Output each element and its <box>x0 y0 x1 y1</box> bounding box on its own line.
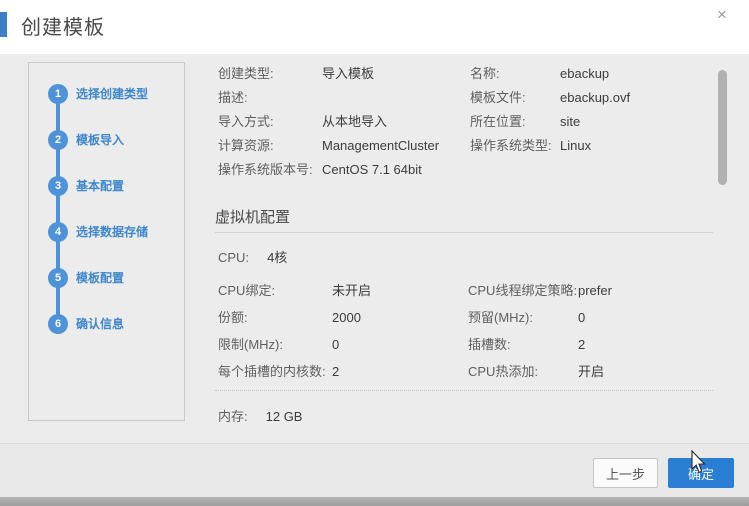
vertical-scrollbar-thumb[interactable] <box>718 70 727 185</box>
field-value: 从本地导入 <box>322 110 470 134</box>
field-value: 导入模板 <box>322 62 470 86</box>
field-label: 所在位置: <box>470 110 560 134</box>
field-value: 0 <box>578 304 718 331</box>
section-divider <box>215 232 713 233</box>
field-value: ebackup <box>560 62 713 86</box>
dialog-body: 1 选择创建类型 2 模板导入 3 基本配置 4 选择数据存储 5 模板配置 6… <box>0 54 749 443</box>
field-label: 份额: <box>218 304 332 331</box>
summary-row: 导入方式: 从本地导入 所在位置: site <box>218 110 713 134</box>
confirmation-details: 创建类型: 导入模板 名称: ebackup 描述: 模板文件: ebackup… <box>0 54 749 443</box>
field-value: 2000 <box>332 304 468 331</box>
field-label: 内存: <box>218 409 248 424</box>
field-value: 未开启 <box>332 277 468 304</box>
field-label: 操作系统版本号: <box>218 158 322 182</box>
confirm-button[interactable]: 确定 <box>668 458 734 488</box>
field-label: 计算资源: <box>218 134 322 158</box>
field-label: CPU线程绑定策略: <box>468 277 578 304</box>
field-value: 开启 <box>578 358 718 385</box>
field-label: 创建类型: <box>218 62 322 86</box>
field-value: Linux <box>560 134 713 158</box>
cpu-summary-row: CPU: 4核 <box>218 246 287 270</box>
close-icon[interactable]: × <box>712 5 732 25</box>
dotted-divider <box>215 390 713 391</box>
field-value: site <box>560 110 713 134</box>
field-value: CentOS 7.1 64bit <box>322 158 470 182</box>
vm-config-row: CPU绑定: 未开启 CPU线程绑定策略: prefer <box>218 277 718 304</box>
field-label: 模板文件: <box>470 86 560 110</box>
field-value: 2 <box>578 331 718 358</box>
memory-row-clipped: 内存: 12 GB <box>218 402 618 426</box>
summary-row: 操作系统版本号: CentOS 7.1 64bit <box>218 158 713 182</box>
field-label: 导入方式: <box>218 110 322 134</box>
field-label: 预留(MHz): <box>468 304 578 331</box>
field-label: 每个插槽的内核数: <box>218 358 332 385</box>
dialog-footer: 上一步 确定 <box>0 443 749 497</box>
field-value: 12 GB <box>266 409 303 424</box>
vm-config-row: 每个插槽的内核数: 2 CPU热添加: 开启 <box>218 358 718 385</box>
field-value: 0 <box>332 331 468 358</box>
field-label: CPU热添加: <box>468 358 578 385</box>
template-summary-grid: 创建类型: 导入模板 名称: ebackup 描述: 模板文件: ebackup… <box>218 62 713 182</box>
field-value <box>560 158 713 182</box>
field-label: 限制(MHz): <box>218 331 332 358</box>
field-label: 操作系统类型: <box>470 134 560 158</box>
field-label: CPU绑定: <box>218 277 332 304</box>
create-template-dialog: 创建模板 × 1 选择创建类型 2 模板导入 3 基本配置 4 选择数据存储 <box>0 0 749 506</box>
summary-row: 计算资源: ManagementCluster 操作系统类型: Linux <box>218 134 713 158</box>
field-value: ebackup.ovf <box>560 86 713 110</box>
summary-row: 创建类型: 导入模板 名称: ebackup <box>218 62 713 86</box>
field-label: CPU: <box>218 250 249 265</box>
window-bottom-edge <box>0 497 749 506</box>
field-value: 4核 <box>267 250 287 265</box>
field-value: prefer <box>578 277 718 304</box>
field-label: 名称: <box>470 62 560 86</box>
dialog-header: 创建模板 × <box>0 0 749 54</box>
summary-row: 描述: 模板文件: ebackup.ovf <box>218 86 713 110</box>
vm-config-grid: CPU绑定: 未开启 CPU线程绑定策略: prefer 份额: 2000 预留… <box>218 277 718 385</box>
field-value <box>322 86 470 110</box>
vm-config-row: 限制(MHz): 0 插槽数: 2 <box>218 331 718 358</box>
memory-summary-row: 内存: 12 GB <box>218 402 618 426</box>
field-label: 插槽数: <box>468 331 578 358</box>
vm-config-section-title: 虚拟机配置 <box>215 206 290 227</box>
field-label: 描述: <box>218 86 322 110</box>
field-label <box>470 158 560 182</box>
page-title: 创建模板 <box>21 11 105 40</box>
previous-step-button[interactable]: 上一步 <box>593 458 658 488</box>
field-value: ManagementCluster <box>322 134 470 158</box>
field-value: 2 <box>332 358 468 385</box>
title-accent-bar <box>0 12 7 37</box>
vm-config-row: 份额: 2000 预留(MHz): 0 <box>218 304 718 331</box>
